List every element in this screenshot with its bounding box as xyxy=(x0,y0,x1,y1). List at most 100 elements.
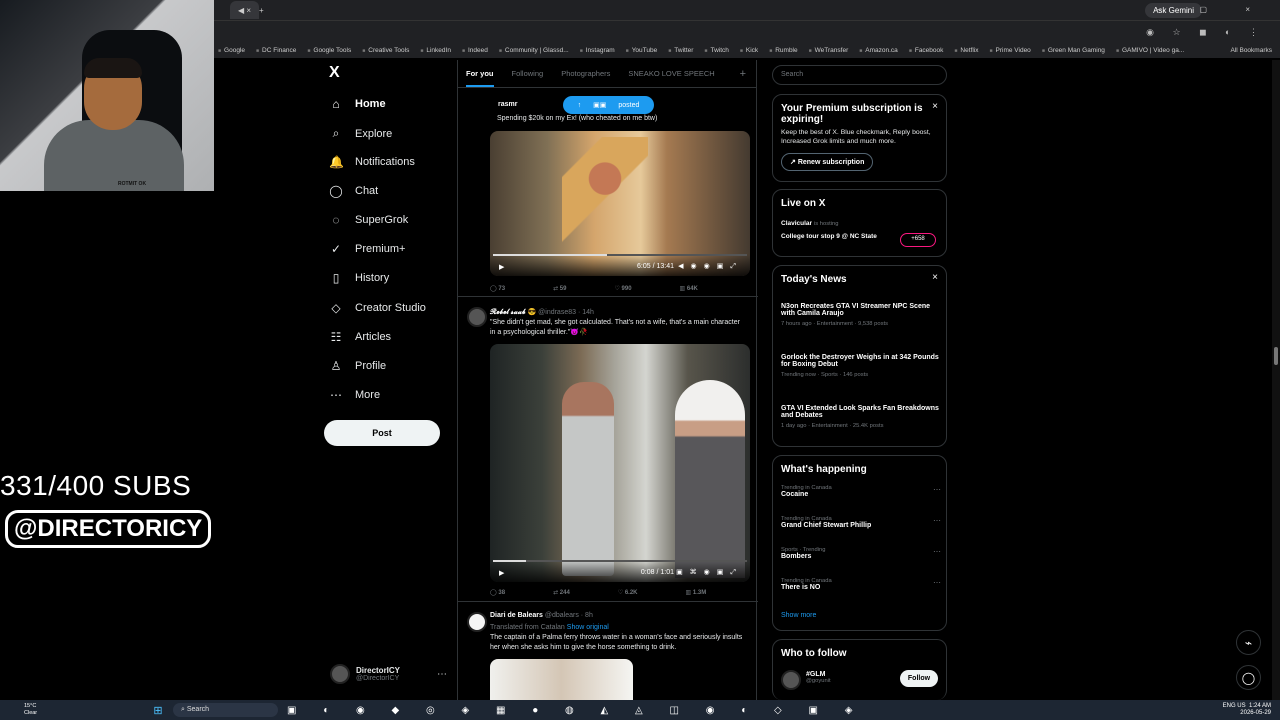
video-progress[interactable] xyxy=(493,560,747,562)
video-player[interactable]: ▶ 6:05 / 13:41 ◀◉◉▣⤢ xyxy=(490,131,750,276)
trend-item[interactable]: Trending in Canada There is NO ⋯ xyxy=(781,578,941,591)
bookmark-indeed[interactable]: Indeed xyxy=(462,47,488,54)
bookmark-google[interactable]: Google xyxy=(218,47,245,54)
nav-history[interactable]: ▯ History xyxy=(329,271,390,285)
taskbar-search[interactable]: ⌕ Search xyxy=(173,703,278,717)
news-item[interactable]: N3on Recreates GTA VI Streamer NPC Scene… xyxy=(781,303,939,327)
reply-button[interactable]: ◯ 73 xyxy=(490,285,505,292)
play-icon[interactable]: ▶ xyxy=(499,569,504,577)
trend-item[interactable]: Trending in Canada Grand Chief Stewart Ph… xyxy=(781,516,941,529)
bookmark-creative-tools[interactable]: Creative Tools xyxy=(362,47,409,54)
search-input[interactable]: Search xyxy=(772,65,947,85)
nav-explore[interactable]: ⌕ Explore xyxy=(329,126,393,141)
nav-articles[interactable]: ☷ Articles xyxy=(329,330,391,344)
nav-profile[interactable]: ♙ Profile xyxy=(329,359,387,373)
taskbar-app-icons[interactable]: ▣ ◐ ◉ ◆ ◎ ◈ ▦ ● ◍ ◭ ◬ ◫ ◉ ◐ ◇ ▣ ◈ xyxy=(287,705,864,716)
views-button[interactable]: ▥ 64K xyxy=(680,285,698,292)
video-control-icons[interactable]: ◀◉◉▣⤢ xyxy=(678,262,743,271)
nav-premium[interactable]: ✓ Premium+ xyxy=(329,242,405,256)
renew-subscription-button[interactable]: ↗ Renew subscription xyxy=(781,153,874,171)
tab-photographers[interactable]: Photographers xyxy=(561,69,610,78)
suggested-user[interactable]: #GLM @goyunit xyxy=(806,671,831,684)
post-button[interactable]: Post xyxy=(324,420,440,446)
post-author[interactable]: rasmr xyxy=(498,101,517,108)
nav-notifications[interactable]: 🔔 Notifications xyxy=(329,155,415,169)
bookmark-wetransfer[interactable]: WeTransfer xyxy=(809,47,849,54)
timeline-post[interactable]: rasmr Spending $20k on my Ex! (who cheat… xyxy=(458,90,758,297)
like-button[interactable]: ♡ 6.2K xyxy=(618,589,638,596)
bookmark-netflix[interactable]: Netflix xyxy=(954,47,978,54)
bookmark-green-man-gaming[interactable]: Green Man Gaming xyxy=(1042,47,1105,54)
suggested-user-avatar[interactable] xyxy=(781,670,801,690)
video-player[interactable]: ▶ 0:08 / 1:01 ▣⌘◉▣⤢ xyxy=(490,344,750,582)
tab-for-you[interactable]: For you xyxy=(466,69,494,87)
weather-widget[interactable]: 15°C Clear xyxy=(0,703,150,717)
timeline-post[interactable]: 𝓡𝓮𝓫𝓮𝓵 𝓼𝓪𝓪𝓫 😎 @indrase83 · 14h "She didn'… xyxy=(458,297,758,602)
bookmark-rumble[interactable]: Rumble xyxy=(769,47,797,54)
bookmark-twitter[interactable]: Twitter xyxy=(668,47,693,54)
bookmark-kick[interactable]: Kick xyxy=(740,47,758,54)
post-avatar[interactable] xyxy=(467,612,487,632)
tab-sneako-love-speech[interactable]: SNEAKO LOVE SPEECH xyxy=(628,69,714,78)
browser-tab[interactable]: ◀ × xyxy=(230,1,260,19)
video-progress[interactable] xyxy=(493,254,747,256)
nav-creator-studio[interactable]: ◇ Creator Studio xyxy=(329,301,426,315)
windows-start-icon[interactable]: ⊞ xyxy=(150,704,166,717)
nav-chat[interactable]: ◯ Chat xyxy=(329,184,378,198)
more-icon[interactable]: ⋯ xyxy=(933,547,941,556)
follow-button[interactable]: Follow xyxy=(900,670,938,687)
nav-more[interactable]: ⋯ More xyxy=(329,388,380,402)
news-item[interactable]: Gorlock the Destroyer Weighs in at 342 P… xyxy=(781,354,939,378)
tab-controls[interactable]: ◀ × xyxy=(238,6,251,15)
show-original-link[interactable]: Show original xyxy=(567,624,609,631)
like-button[interactable]: ♡ 990 xyxy=(614,285,631,292)
play-icon[interactable]: ▶ xyxy=(499,263,504,271)
profile-more-icon[interactable]: ⋯ xyxy=(437,669,447,680)
post-author[interactable]: 𝓡𝓮𝓫𝓮𝓵 𝓼𝓪𝓪𝓫 😎 xyxy=(490,309,536,316)
bookmark-gamivo[interactable]: GAMIVO | Video ga... xyxy=(1116,47,1184,54)
repost-button[interactable]: ⇄ 59 xyxy=(553,285,566,292)
page-scrollbar[interactable] xyxy=(1272,60,1280,700)
grok-icon[interactable]: ⌁ xyxy=(1236,630,1261,655)
trend-item[interactable]: Sports · Trending Bombers ⋯ xyxy=(781,547,941,560)
window-controls[interactable]: − ▢ × xyxy=(1157,5,1268,14)
nav-supergrok[interactable]: ◌ SuperGrok xyxy=(329,213,408,227)
bookmark-dc-finance[interactable]: DC Finance xyxy=(256,47,296,54)
bookmark-instagram[interactable]: Instagram xyxy=(580,47,615,54)
trend-item[interactable]: Trending in Canada Cocaine ⋯ xyxy=(781,485,941,498)
news-item[interactable]: GTA VI Extended Look Sparks Fan Breakdow… xyxy=(781,405,939,429)
reply-button[interactable]: ◯ 38 xyxy=(490,589,505,596)
post-avatar[interactable] xyxy=(467,307,487,327)
close-icon[interactable]: × xyxy=(932,272,938,283)
post-author[interactable]: Diari de Balears xyxy=(490,612,543,619)
show-more-link[interactable]: Show more xyxy=(781,612,816,619)
new-tab-button[interactable]: + xyxy=(259,6,264,15)
add-tab-icon[interactable]: + xyxy=(740,68,746,80)
account-switcher[interactable]: DirectorICY @DirectorICY ⋯ xyxy=(330,662,450,686)
bookmark-amazon[interactable]: Amazon.ca xyxy=(859,47,898,54)
live-listeners-pill[interactable]: +658 xyxy=(900,233,936,247)
bookmark-google-tools[interactable]: Google Tools xyxy=(307,47,351,54)
browser-address-bar[interactable]: ◉ ☆ ◼ ◐ ⋮ xyxy=(214,20,1280,42)
more-icon[interactable]: ⋯ xyxy=(933,516,941,525)
live-host-name[interactable]: Clavicular xyxy=(781,220,812,227)
scrollbar-thumb[interactable] xyxy=(1274,347,1278,365)
more-icon[interactable]: ⋯ xyxy=(933,485,941,494)
bookmark-glassdoor[interactable]: Community | Glassd... xyxy=(499,47,569,54)
repost-button[interactable]: ⇄ 244 xyxy=(553,589,570,596)
tab-following[interactable]: Following xyxy=(512,69,544,78)
browser-toolbar-icons[interactable]: ◉ ☆ ◼ ◐ ⋮ xyxy=(1146,27,1266,38)
nav-home[interactable]: ⌂ Home xyxy=(329,97,385,111)
bookmark-youtube[interactable]: YouTube xyxy=(626,47,658,54)
bookmark-prime-video[interactable]: Prime Video xyxy=(989,47,1031,54)
views-button[interactable]: ▥ 1.3M xyxy=(686,589,707,596)
close-icon[interactable]: × xyxy=(932,101,938,112)
bookmark-linkedin[interactable]: LinkedIn xyxy=(420,47,451,54)
bookmark-facebook[interactable]: Facebook xyxy=(909,47,944,54)
x-logo[interactable]: X xyxy=(329,64,340,82)
messages-icon[interactable]: ◯ xyxy=(1236,665,1261,690)
all-bookmarks-button[interactable]: All Bookmarks xyxy=(1230,47,1272,54)
more-icon[interactable]: ⋯ xyxy=(933,578,941,587)
video-control-icons[interactable]: ▣⌘◉▣⤢ xyxy=(676,568,743,577)
bookmark-twitch[interactable]: Twitch xyxy=(704,47,728,54)
